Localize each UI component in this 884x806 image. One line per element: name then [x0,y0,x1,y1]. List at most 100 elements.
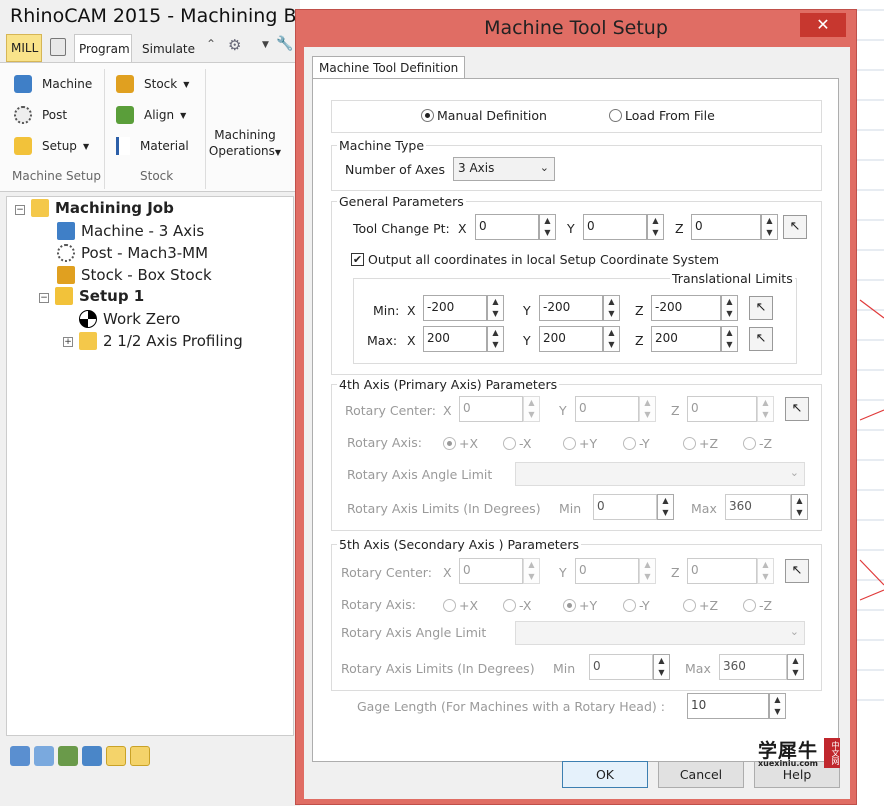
tab-simulate[interactable]: Simulate [138,38,199,60]
collapse-toggle[interactable]: − [39,293,49,303]
tool-change-z-stepper[interactable]: ▲ ▼ [761,214,778,240]
tool-path-icon[interactable] [34,746,54,766]
axis4-radio-plus-z[interactable]: +Z [683,436,718,451]
tree-item-work-zero[interactable]: Work Zero [79,310,180,328]
axis5-center-z-stepper[interactable]: ▲ ▼ [757,558,774,584]
output-local-coords-checkbox[interactable]: ✔ Output all coordinates in local Setup C… [351,252,719,267]
material-button[interactable]: Material [116,137,189,155]
collapse-ribbon-icon[interactable]: ⌃ [206,37,216,51]
stock-button[interactable]: Stock ▼ [116,75,189,93]
number-of-axes-select[interactable]: 3 Axis ⌄ [453,157,555,181]
axis5-radio-plus-x[interactable]: +X [443,598,478,613]
gear-icon[interactable]: ⚙ [228,36,241,54]
gage-length-stepper[interactable]: ▲ ▼ [769,693,786,719]
axis4-angle-limit-select[interactable]: ⌄ [515,462,805,486]
max-x-input[interactable]: 200 [423,326,487,352]
tab-mill[interactable]: MILL [6,34,42,62]
axis4-max-input[interactable]: 360 [725,494,791,520]
axis4-max-stepper[interactable]: ▲ ▼ [791,494,808,520]
axis5-radio-plus-y[interactable]: +Y [563,598,597,613]
max-y-input[interactable]: 200 [539,326,603,352]
axis5-radio-minus-y[interactable]: -Y [623,598,650,613]
axis5-pick-center-button[interactable]: ↖ [785,559,809,583]
axis4-radio-minus-y[interactable]: -Y [623,436,650,451]
axis4-radio-minus-z[interactable]: -Z [743,436,772,451]
min-z-stepper[interactable]: ▲ ▼ [721,295,738,321]
post-button[interactable]: Post [14,106,67,124]
tab-program[interactable]: Program [74,34,132,62]
tools-icon[interactable] [58,746,78,766]
tree-item-machine[interactable]: Machine - 3 Axis [57,222,204,240]
axis5-radio-plus-z[interactable]: +Z [683,598,718,613]
axis4-radio-minus-x[interactable]: -X [503,436,531,451]
machining-operations-button[interactable]: Machining Operations▼ [208,127,282,161]
axis5-angle-limit-select[interactable]: ⌄ [515,621,805,645]
axis4-radio-plus-y[interactable]: +Y [563,436,597,451]
setup-button[interactable]: Setup ▼ [14,137,89,155]
axis4-min-stepper[interactable]: ▲ ▼ [657,494,674,520]
machine-config-icon[interactable] [50,38,66,56]
tree-item-profiling[interactable]: 2 1/2 Axis Profiling [79,332,243,350]
tree-item-stock[interactable]: Stock - Box Stock [57,266,212,284]
axis5-center-x-input[interactable]: 0 [459,558,523,584]
axis4-center-x-input[interactable]: 0 [459,396,523,422]
axis5-center-x-stepper[interactable]: ▲ ▼ [523,558,540,584]
axis4-min-input[interactable]: 0 [593,494,657,520]
min-z-input[interactable]: -200 [651,295,721,321]
axis5-max-stepper[interactable]: ▲ ▼ [787,654,804,680]
min-x-stepper[interactable]: ▲ ▼ [487,295,504,321]
expand-toggle[interactable]: + [63,337,73,347]
machine-button[interactable]: Machine [14,75,92,93]
axis5-center-y-stepper[interactable]: ▲ ▼ [639,558,656,584]
cancel-button[interactable]: Cancel [658,761,744,788]
tool-change-z-input[interactable]: 0 [691,214,761,240]
ribbon-separator [205,69,206,189]
max-y-stepper[interactable]: ▲ ▼ [603,326,620,352]
max-z-stepper[interactable]: ▲ ▼ [721,326,738,352]
min-x-input[interactable]: -200 [423,295,487,321]
tool-change-y-stepper[interactable]: ▲ ▼ [647,214,664,240]
simulate-icon[interactable] [82,746,102,766]
collapse-toggle[interactable]: − [15,205,25,215]
tree-item-machining-job[interactable]: Machining Job [31,199,174,217]
axis4-center-z-stepper[interactable]: ▲ ▼ [757,396,774,422]
wrench-icon[interactable]: 🔧 [276,36,293,52]
axis5-min-stepper[interactable]: ▲ ▼ [653,654,670,680]
tool-change-y-input[interactable]: 0 [583,214,647,240]
axis4-radio-plus-x[interactable]: +X [443,436,478,451]
spin-down-icon: ▼ [492,340,499,349]
machining-job-tab-icon[interactable] [10,746,30,766]
axis4-center-y-stepper[interactable]: ▲ ▼ [639,396,656,422]
pick-point-button[interactable]: ↖ [783,215,807,239]
axis5-radio-minus-x[interactable]: -X [503,598,531,613]
min-y-stepper[interactable]: ▲ ▼ [603,295,620,321]
pick-max-button[interactable]: ↖ [749,327,773,351]
selected-tab-icon[interactable] [106,746,126,766]
load-from-file-radio[interactable]: Load From File [609,108,715,123]
max-x-stepper[interactable]: ▲ ▼ [487,326,504,352]
axis5-min-input[interactable]: 0 [589,654,653,680]
tree-item-post[interactable]: Post - Mach3-MM [57,244,208,262]
max-z-input[interactable]: 200 [651,326,721,352]
gage-length-input[interactable]: 10 [687,693,769,719]
pick-min-button[interactable]: ↖ [749,296,773,320]
axis5-center-y-input[interactable]: 0 [575,558,639,584]
manual-definition-radio[interactable]: Manual Definition [421,108,547,123]
axis4-pick-center-button[interactable]: ↖ [785,397,809,421]
axis5-center-z-input[interactable]: 0 [687,558,757,584]
align-button[interactable]: Align ▼ [116,106,186,124]
axis4-center-z-input[interactable]: 0 [687,396,757,422]
tree-item-setup[interactable]: Setup 1 [55,287,144,305]
axis5-radio-minus-z[interactable]: -Z [743,598,772,613]
ok-button[interactable]: OK [562,761,648,788]
dropdown-arrow-icon[interactable]: ▼ [262,40,269,50]
axis5-max-input[interactable]: 360 [719,654,787,680]
min-y-input[interactable]: -200 [539,295,603,321]
tool-change-x-stepper[interactable]: ▲ ▼ [539,214,556,240]
tab-machine-tool-definition[interactable]: Machine Tool Definition [312,56,466,79]
tool-change-x-input[interactable]: 0 [475,214,539,240]
axis4-center-x-stepper[interactable]: ▲ ▼ [523,396,540,422]
machine-tab-icon[interactable] [130,746,150,766]
close-button[interactable]: ✕ [800,13,846,37]
axis4-center-y-input[interactable]: 0 [575,396,639,422]
